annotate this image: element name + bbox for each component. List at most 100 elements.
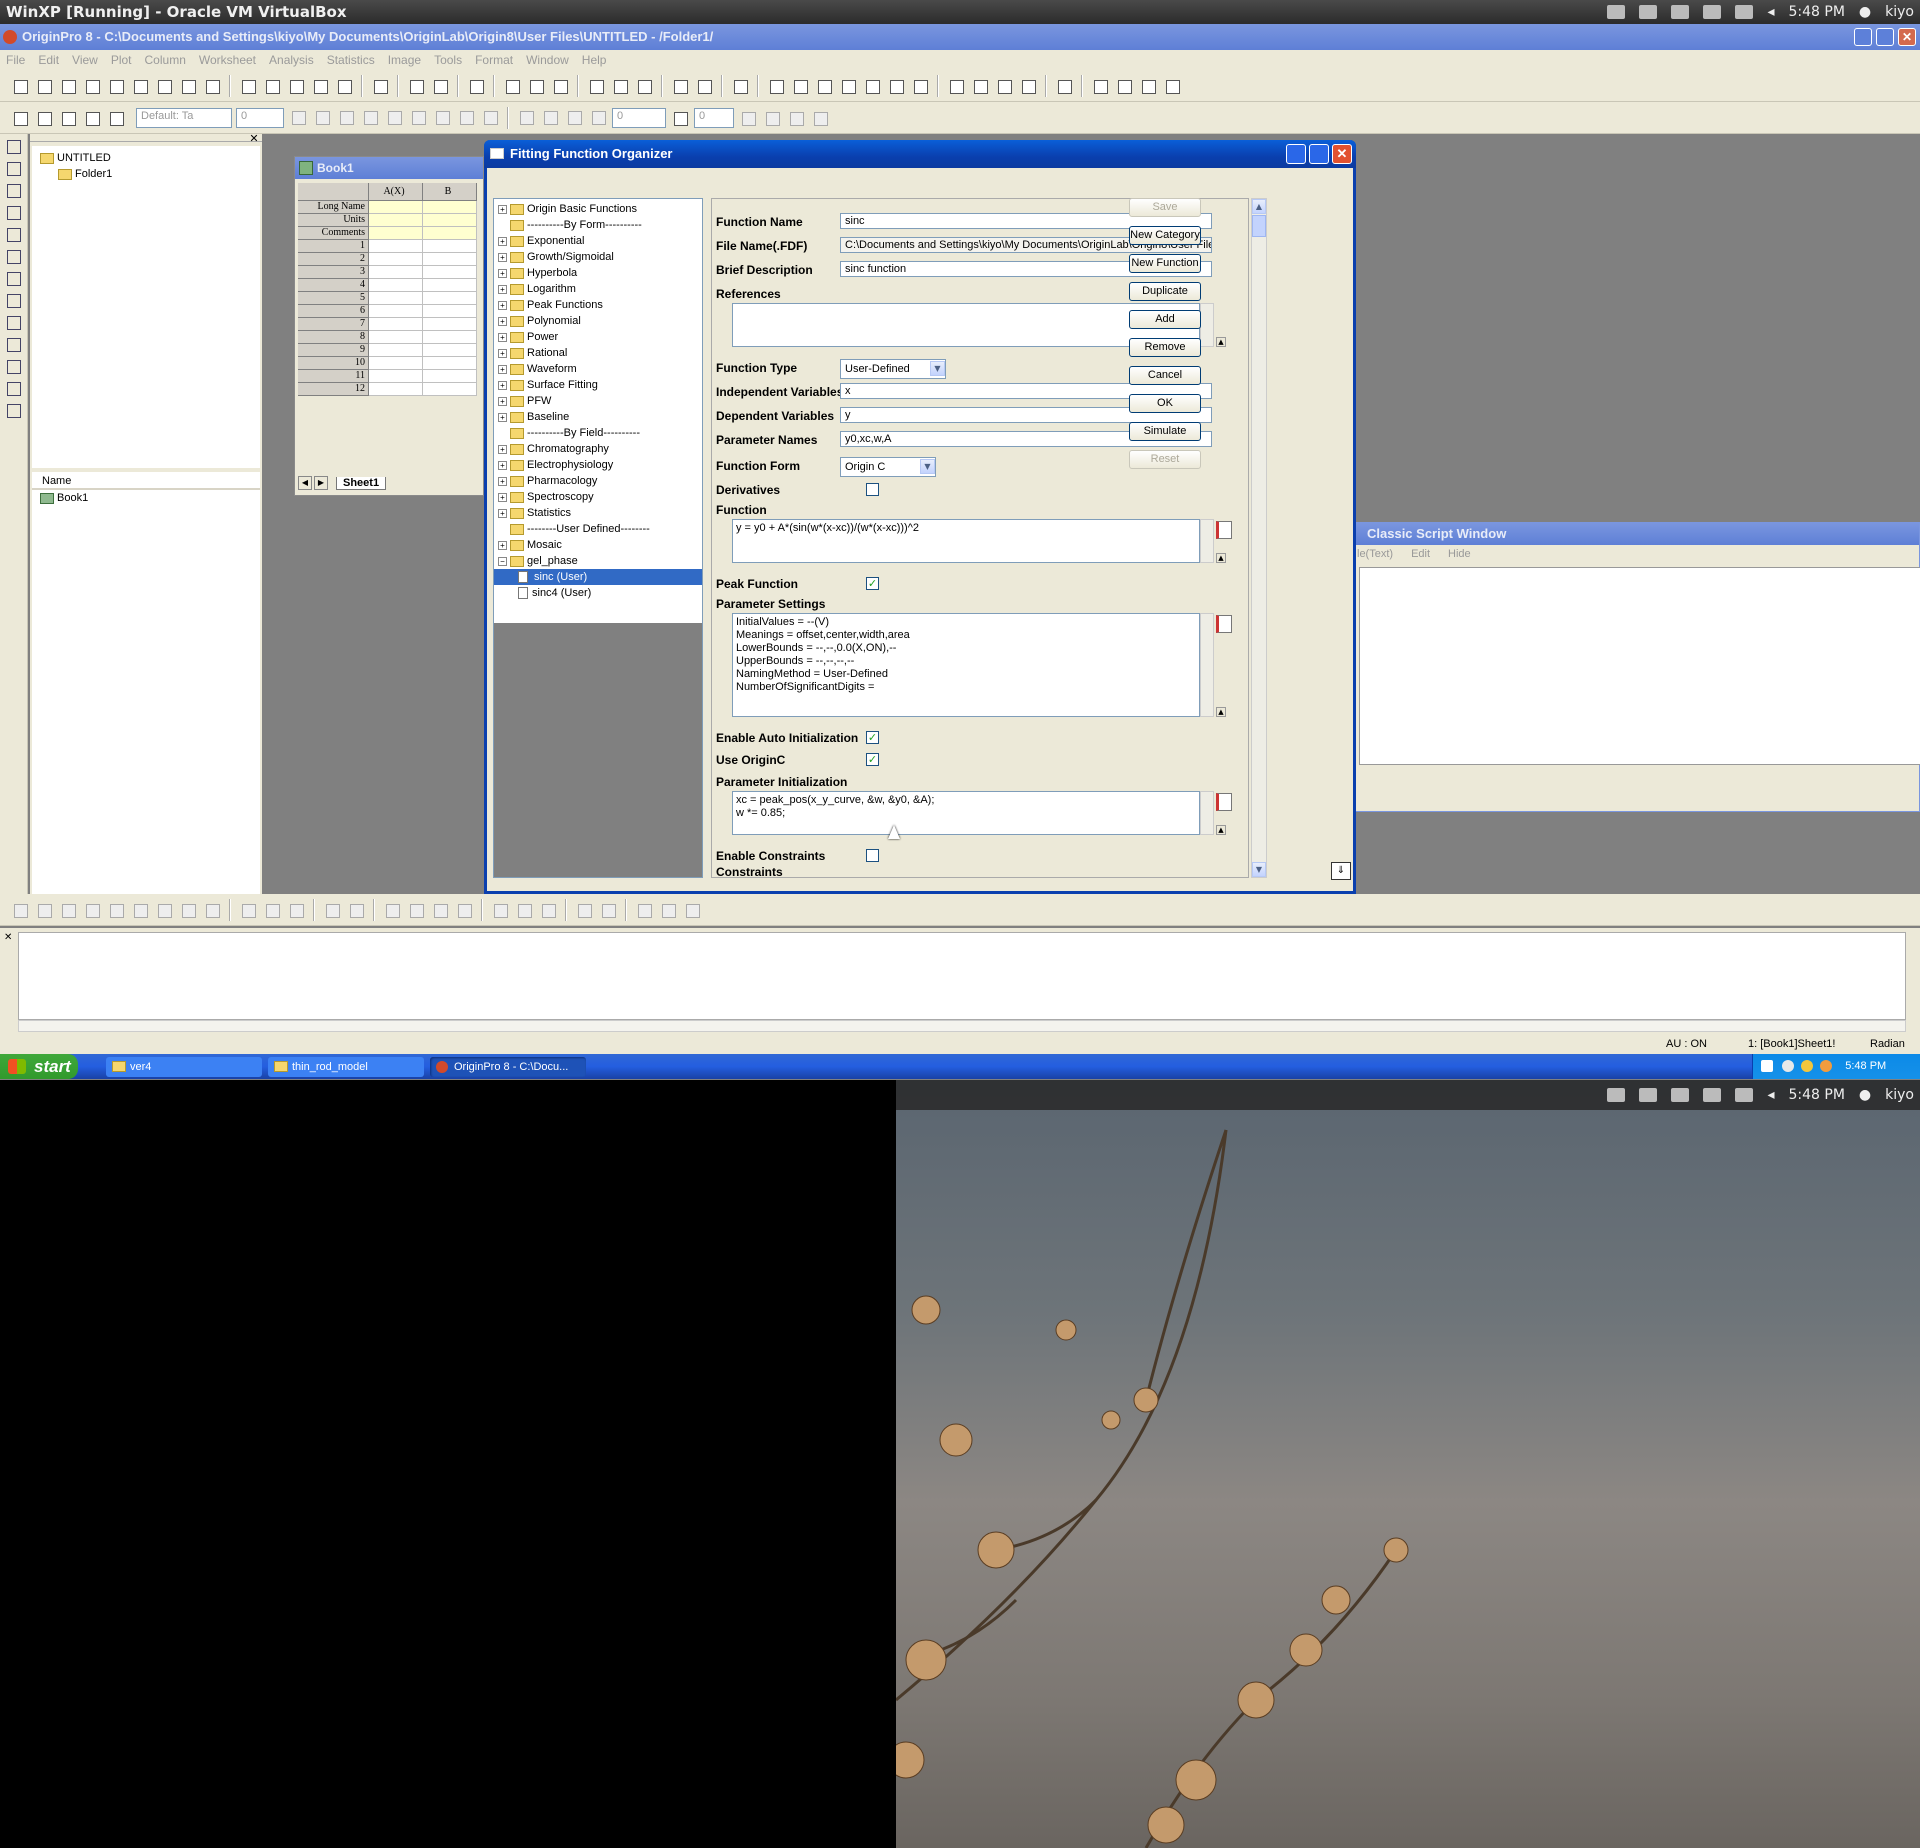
printer-icon[interactable] [1639, 5, 1658, 19]
menu-tools[interactable]: Tools [434, 53, 462, 67]
tree-item-category[interactable]: + Logarithm [494, 281, 702, 297]
tree-item-category[interactable]: + Polynomial [494, 313, 702, 329]
expand-icon[interactable]: ▲ [1216, 707, 1226, 717]
table-cell[interactable] [423, 357, 477, 370]
expand-icon[interactable]: + [498, 268, 507, 278]
function-scrollbar[interactable] [1200, 519, 1214, 563]
toolbar-button-icon[interactable] [540, 107, 560, 127]
row-header[interactable]: 5 [298, 292, 369, 305]
new-function-button[interactable]: New Function [1129, 254, 1201, 273]
toolbar-button-icon[interactable] [1138, 76, 1158, 96]
toolbar-button-icon[interactable] [456, 107, 476, 127]
expand-icon[interactable]: + [498, 396, 507, 406]
toolbar-button-icon[interactable] [202, 76, 222, 96]
toolbar-button-icon[interactable] [34, 76, 54, 96]
row-header[interactable]: 10 [298, 357, 369, 370]
new-category-button[interactable]: New Category [1129, 226, 1201, 245]
row-header[interactable]: 11 [298, 370, 369, 383]
font-size-select[interactable]: 0 [236, 107, 284, 128]
table-cell[interactable] [423, 201, 477, 214]
tree-item-category[interactable]: + Electrophysiology [494, 457, 702, 473]
table-cell[interactable] [423, 214, 477, 227]
scroll-up-icon[interactable]: ▲ [1252, 199, 1266, 214]
chat-icon[interactable] [1735, 5, 1754, 19]
toolbar-button-icon[interactable] [786, 108, 806, 128]
table-cell[interactable] [423, 292, 477, 305]
table-cell[interactable] [369, 227, 423, 240]
toolbar-button-icon[interactable] [430, 76, 450, 96]
host-user[interactable]: kiyo [1885, 4, 1914, 20]
peak-function-checkbox[interactable]: ✓ [866, 577, 879, 590]
toolbar-button-icon[interactable] [694, 76, 714, 96]
expand-icon[interactable]: + [498, 252, 507, 262]
menu-statistics[interactable]: Statistics [327, 53, 375, 67]
tree-item-category[interactable]: + Peak Functions [494, 297, 702, 313]
tool-icon[interactable] [3, 202, 23, 222]
restore-icon[interactable] [1876, 28, 1894, 46]
toolbar-button-icon[interactable] [286, 76, 306, 96]
menu-view[interactable]: View [72, 53, 98, 67]
toolbar-button-icon[interactable] [766, 76, 786, 96]
tree-item-function[interactable]: sinc (User) [494, 569, 702, 585]
list-item[interactable]: Book1 [32, 490, 260, 506]
parameter-init-scrollbar[interactable] [1200, 791, 1214, 835]
row-header[interactable]: 8 [298, 331, 369, 344]
chevron-down-icon[interactable]: ▼ [920, 459, 935, 474]
menu-format[interactable]: Format [475, 53, 513, 67]
menu-edit[interactable]: Edit [38, 53, 59, 67]
row-header[interactable]: Long Name [298, 201, 369, 214]
volume-icon[interactable]: ◂ [1767, 4, 1774, 20]
start-button[interactable]: start [0, 1054, 78, 1079]
tree-item-category[interactable]: − gel_phase [494, 553, 702, 569]
toolbar-button-icon[interactable] [610, 76, 630, 96]
parameter-settings-field[interactable]: InitialValues = --(V) Meanings = offset,… [732, 613, 1200, 717]
toolbar-button-icon[interactable] [634, 76, 654, 96]
tool-icon[interactable] [3, 400, 23, 420]
toolbar-button-icon[interactable] [634, 900, 654, 920]
toolbar-button-icon[interactable] [82, 900, 102, 920]
toolbar-button-icon[interactable] [130, 900, 150, 920]
toolbar-button-icon[interactable] [480, 107, 500, 127]
expand-icon[interactable]: ▲ [1216, 337, 1226, 347]
toolbar-button-icon[interactable] [10, 900, 30, 920]
edit-init-icon[interactable] [1216, 793, 1232, 811]
table-cell[interactable] [369, 279, 423, 292]
toolbar-button-icon[interactable] [178, 76, 198, 96]
toolbar-button-icon[interactable] [430, 900, 450, 920]
table-cell[interactable] [369, 370, 423, 383]
toolbar-button-icon[interactable] [10, 76, 30, 96]
expand-icon[interactable]: + [498, 492, 507, 502]
toolbar-button-icon[interactable] [408, 107, 428, 127]
tool-icon[interactable] [3, 312, 23, 332]
menu-file[interactable]: File [6, 53, 25, 67]
reset-button[interactable]: Reset [1129, 450, 1201, 469]
toolbar-button-icon[interactable] [564, 107, 584, 127]
simulate-button[interactable]: Simulate [1129, 422, 1201, 441]
toolbar-button-icon[interactable] [886, 76, 906, 96]
auto-init-checkbox[interactable]: ✓ [866, 731, 879, 744]
toolbar-button-icon[interactable] [574, 900, 594, 920]
expand-icon[interactable]: + [498, 460, 507, 470]
toolbar-button-icon[interactable] [58, 76, 78, 96]
taskbar-item-thin-rod-model[interactable]: thin_rod_model [268, 1057, 424, 1077]
table-cell[interactable] [423, 279, 477, 292]
duplicate-button[interactable]: Duplicate [1129, 282, 1201, 301]
row-header[interactable]: 3 [298, 266, 369, 279]
enable-constraints-checkbox[interactable] [866, 849, 879, 862]
book1-titlebar[interactable]: Book1 [295, 157, 483, 179]
tree-item-category[interactable]: + PFW [494, 393, 702, 409]
toolbar-button-icon[interactable] [862, 76, 882, 96]
toolbar-button-icon[interactable] [588, 107, 608, 127]
toolbar-button-icon[interactable] [10, 108, 30, 128]
toolbar-button-icon[interactable] [946, 76, 966, 96]
expand-icon[interactable]: + [498, 300, 507, 310]
toolbar-button-icon[interactable] [994, 76, 1014, 96]
dialog-titlebar[interactable]: Fitting Function Organizer ✕ [484, 140, 1356, 168]
parameter-settings-scrollbar[interactable] [1200, 613, 1214, 717]
column-header-b[interactable]: B [423, 183, 477, 201]
tool-icon[interactable] [3, 268, 23, 288]
toolbar-button-icon[interactable] [336, 107, 356, 127]
table-cell[interactable] [369, 383, 423, 396]
toolbar-button-icon[interactable] [682, 900, 702, 920]
tree-item-category[interactable]: + Growth/Sigmoidal [494, 249, 702, 265]
